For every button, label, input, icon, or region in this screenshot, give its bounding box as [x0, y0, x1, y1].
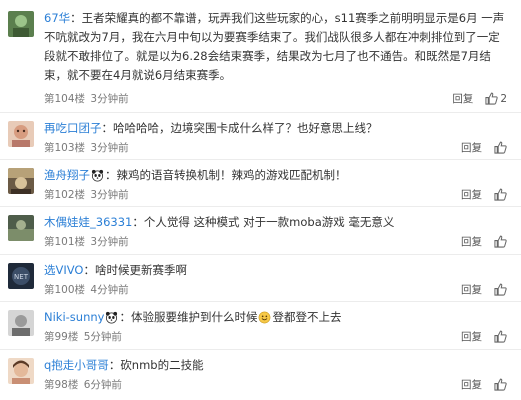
- reply-button[interactable]: 回复: [461, 377, 482, 392]
- comment-content: 砍nmb的二技能: [120, 358, 204, 372]
- comment-username[interactable]: 渔舟翔子: [44, 168, 90, 182]
- reply-button[interactable]: 回复: [461, 282, 482, 297]
- comment-meta: 第101楼 3分钟前: [44, 234, 129, 249]
- avatar[interactable]: [8, 121, 34, 147]
- comment-actions: 回复: [461, 140, 507, 155]
- avatar[interactable]: [8, 310, 34, 336]
- comment-list: 67华：王者荣耀真的都不靠谱，玩弄我们这些玩家的心，s11赛季之前明明显示是6月…: [0, 0, 521, 400]
- comment-content: 王者荣耀真的都不靠谱，玩弄我们这些玩家的心，s11赛季之前明明显示是6月 一声不…: [44, 11, 505, 82]
- comment-actions: 回复: [461, 234, 507, 249]
- like-button[interactable]: 2: [485, 92, 507, 105]
- like-button[interactable]: [494, 378, 507, 391]
- comment-item: 渔舟翔子 ：辣鸡的语音转换机制！辣鸡的游戏匹配机制！ 第102楼 3分钟前 回复: [0, 160, 521, 207]
- comment-actions: 回复: [461, 187, 507, 202]
- comment-content: 哈哈哈哈，边境突围卡成什么样了？也好意思上线？: [113, 121, 378, 135]
- comment-separator: ：: [105, 168, 117, 182]
- reply-button[interactable]: 回复: [461, 187, 482, 202]
- comment-content-before: 体验服要维护到什么时候: [130, 310, 258, 324]
- comment-content: 辣鸡的语音转换机制！辣鸡的游戏匹配机制！: [116, 168, 347, 182]
- thumbs-up-icon: [494, 330, 507, 343]
- avatar[interactable]: [8, 168, 34, 194]
- avatar[interactable]: NET: [8, 263, 34, 289]
- comment-separator: ：: [119, 310, 131, 324]
- comment-body: Niki-sunny ：体验服要维护到什么时候 登都登不上去: [44, 308, 507, 327]
- comment-actions: 回复 2: [452, 91, 507, 106]
- comment-item: q抱走小哥哥：砍nmb的二技能 第98楼 6分钟前 回复: [0, 350, 521, 400]
- comment-meta: 第100楼 4分钟前: [44, 282, 129, 297]
- comment-body: 木偶娃娃_36331：个人觉得 这种模式 对于一款moba游戏 毫无意义: [44, 213, 507, 232]
- comment-meta: 第104楼 3分钟前: [44, 91, 129, 106]
- comment-body: 67华：王者荣耀真的都不靠谱，玩弄我们这些玩家的心，s11赛季之前明明显示是6月…: [44, 9, 507, 85]
- comment-item: 木偶娃娃_36331：个人觉得 这种模式 对于一款moba游戏 毫无意义 第10…: [0, 207, 521, 255]
- comment-separator: ：: [101, 121, 114, 135]
- comment-separator: ：: [132, 215, 144, 229]
- comment-body: 渔舟翔子 ：辣鸡的语音转换机制！辣鸡的游戏匹配机制！: [44, 166, 507, 185]
- comment-meta: 第98楼 6分钟前: [44, 377, 122, 392]
- comment-actions: 回复: [461, 329, 507, 344]
- like-button[interactable]: [494, 283, 507, 296]
- comment-time: 3分钟前: [90, 93, 129, 105]
- like-button[interactable]: [494, 188, 507, 201]
- comment-item: 67华：王者荣耀真的都不靠谱，玩弄我们这些玩家的心，s11赛季之前明明显示是6月…: [0, 0, 521, 113]
- comment-floor: 第104楼: [44, 93, 86, 105]
- comment-body: 再吃口团子：哈哈哈哈，边境突围卡成什么样了？也好意思上线？: [44, 119, 507, 138]
- reply-button[interactable]: 回复: [461, 329, 482, 344]
- thumbs-up-icon: [494, 188, 507, 201]
- comment-meta: 第102楼 3分钟前: [44, 187, 129, 202]
- comment-content: 个人觉得 这种模式 对于一款moba游戏 毫无意义: [143, 215, 395, 229]
- comment-content: 啥时候更新赛季啊: [94, 263, 187, 277]
- comment-floor: 第101楼: [44, 236, 86, 248]
- avatar[interactable]: [8, 215, 34, 241]
- comment-content-after: 登都登不上去: [272, 310, 342, 324]
- comment-body: q抱走小哥哥：砍nmb的二技能: [44, 356, 507, 375]
- thumbs-up-icon: [494, 378, 507, 391]
- comment-separator: ：: [83, 263, 95, 277]
- comment-item: 再吃口团子：哈哈哈哈，边境突围卡成什么样了？也好意思上线？ 第103楼 3分钟前…: [0, 113, 521, 160]
- comment-floor: 第98楼: [44, 379, 79, 391]
- panda-emoji-icon: [91, 169, 104, 182]
- reply-button[interactable]: 回复: [461, 234, 482, 249]
- comment-actions: 回复: [461, 282, 507, 297]
- comment-meta: 第103楼 3分钟前: [44, 140, 129, 155]
- thumbs-up-icon: [494, 283, 507, 296]
- comment-username[interactable]: 木偶娃娃_36331: [44, 215, 132, 229]
- comment-time: 4分钟前: [90, 284, 129, 296]
- comment-floor: 第102楼: [44, 189, 86, 201]
- comment-floor: 第99楼: [44, 331, 79, 343]
- thumbs-up-icon: [485, 92, 498, 105]
- comment-username[interactable]: 再吃口团子: [44, 121, 102, 135]
- comment-body: 选VIVO：啥时候更新赛季啊: [44, 261, 507, 280]
- reply-button[interactable]: 回复: [452, 91, 473, 106]
- comment-floor: 第100楼: [44, 284, 86, 296]
- comment-username[interactable]: 选VIVO: [44, 263, 83, 277]
- like-count: 2: [500, 92, 507, 105]
- comment-meta: 第99楼 5分钟前: [44, 329, 122, 344]
- comment-separator: ：: [108, 358, 121, 372]
- like-button[interactable]: [494, 235, 507, 248]
- comment-time: 5分钟前: [83, 331, 122, 343]
- comment-time: 3分钟前: [90, 142, 129, 154]
- comment-time: 3分钟前: [90, 236, 129, 248]
- avatar[interactable]: [8, 11, 34, 37]
- comment-floor: 第103楼: [44, 142, 86, 154]
- comment-separator: ：: [70, 11, 82, 25]
- thumbs-up-icon: [494, 141, 507, 154]
- thumbs-up-icon: [494, 235, 507, 248]
- comment-username[interactable]: q抱走小哥哥: [44, 358, 109, 372]
- reply-button[interactable]: 回复: [461, 140, 482, 155]
- comment-time: 3分钟前: [90, 189, 129, 201]
- avatar[interactable]: [8, 358, 34, 384]
- comment-item: NET 选VIVO：啥时候更新赛季啊 第100楼 4分钟前 回复: [0, 255, 521, 302]
- comment-username[interactable]: 67华: [44, 11, 70, 25]
- svg-text:NET: NET: [14, 273, 29, 281]
- comment-time: 6分钟前: [83, 379, 122, 391]
- smile-emoji-icon: [259, 311, 271, 324]
- comment-actions: 回复: [461, 377, 507, 392]
- comment-item: Niki-sunny ：体验服要维护到什么时候 登都登不上去 第99楼 5分钟前 回…: [0, 302, 521, 350]
- comment-username[interactable]: Niki-sunny: [44, 310, 104, 324]
- panda-emoji-icon: [106, 311, 118, 324]
- like-button[interactable]: [494, 330, 507, 343]
- like-button[interactable]: [494, 141, 507, 154]
